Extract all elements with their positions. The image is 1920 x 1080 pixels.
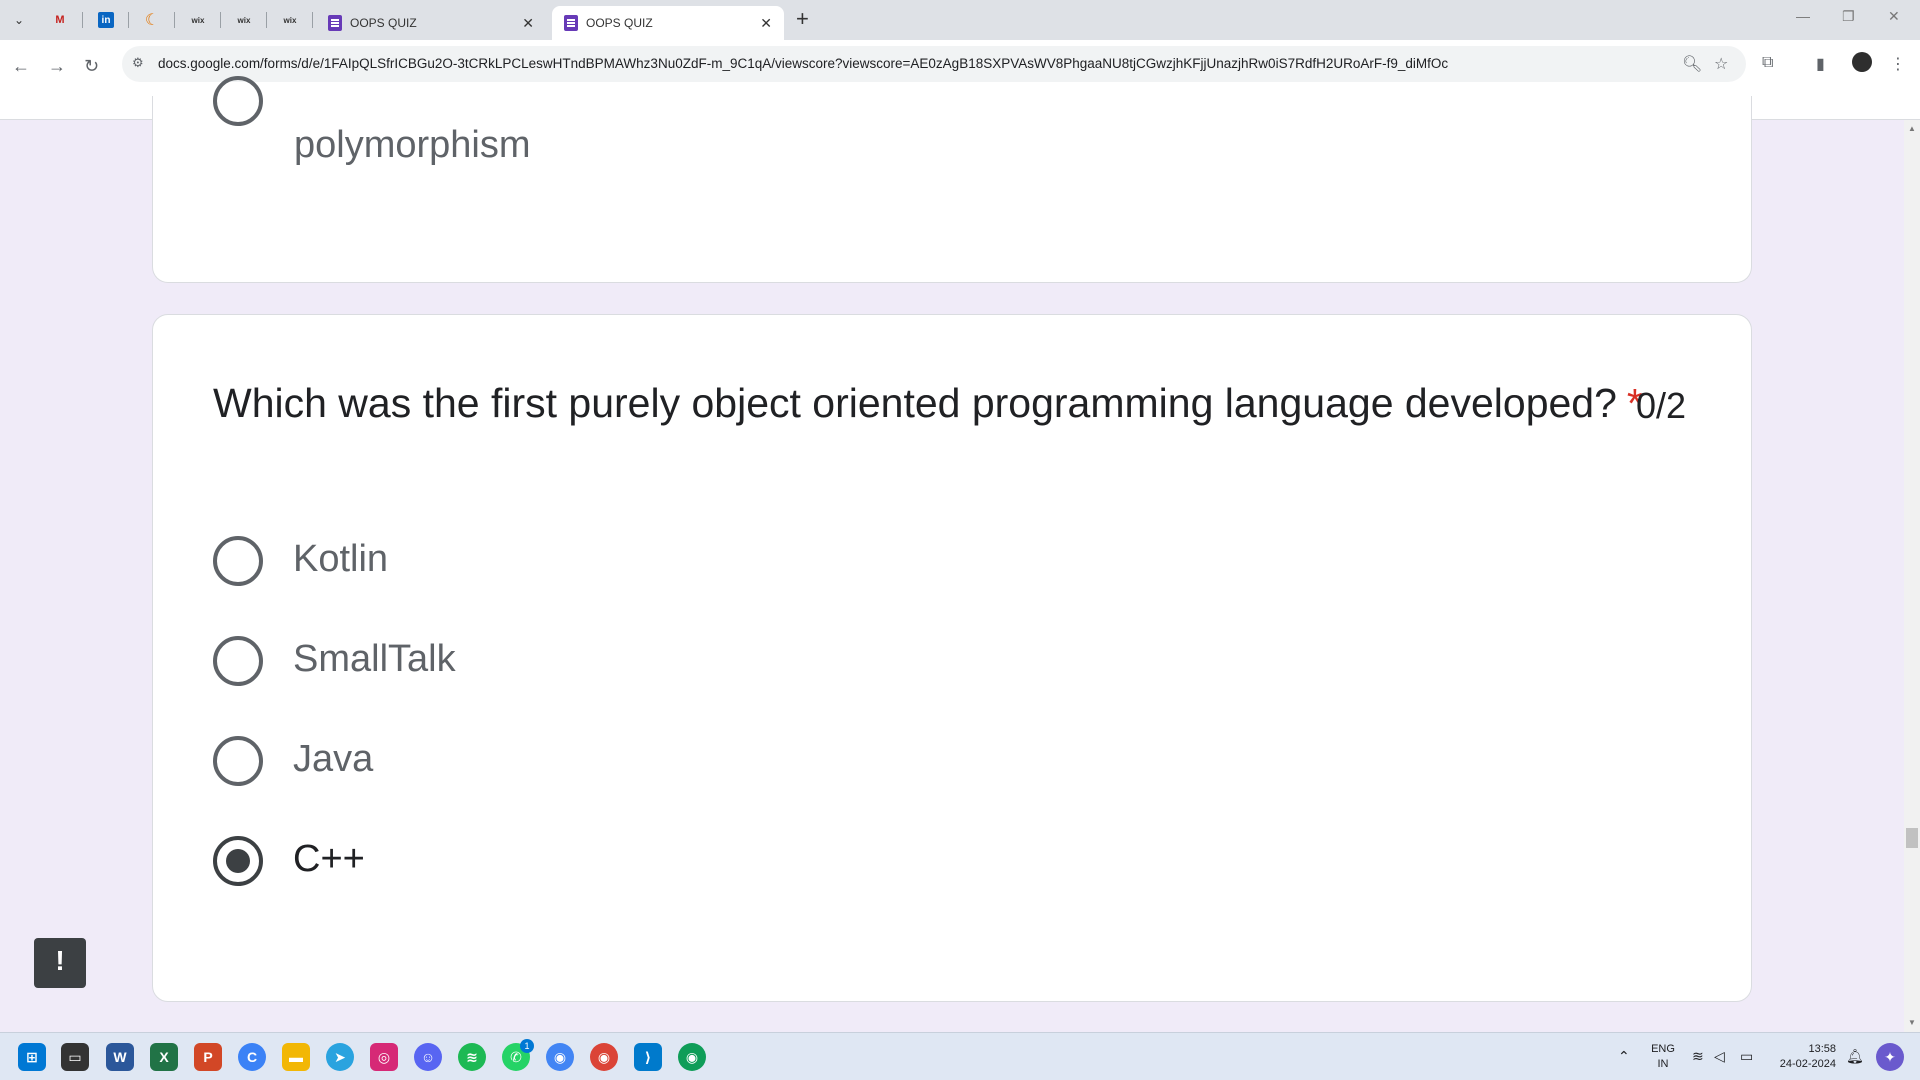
scrollbar-thumb[interactable] [1906,828,1918,848]
back-icon[interactable]: ← [12,56,30,77]
word-icon[interactable]: W [106,1043,134,1071]
previous-question-card: polymorphism [152,76,1752,283]
radio-kotlin[interactable] [213,536,263,586]
close-window-icon[interactable]: ✕ [1888,8,1900,25]
tab-strip: ⌄ M in ☾ wix wix wix OOPS QUIZ ✕ OOPS QU… [0,0,1920,40]
radio-smalltalk[interactable] [213,636,263,686]
forward-icon[interactable]: → [48,56,66,77]
option-smalltalk[interactable]: SmallTalk [293,638,456,681]
wix-tab-icon[interactable]: wix [232,8,256,32]
vscode-icon[interactable]: ⟩ [634,1043,662,1071]
close-tab-icon[interactable]: ✕ [760,15,772,32]
option-java[interactable]: Java [293,738,373,781]
scroll-down-icon[interactable]: ▼ [1908,1018,1916,1027]
tab-separator [174,12,175,28]
wix-tab-icon[interactable]: wix [278,8,302,32]
task-view-icon[interactable]: ▭ [61,1043,89,1071]
gmail-tab-icon[interactable]: M [48,8,72,32]
excel-icon[interactable]: X [150,1043,178,1071]
option-cpp[interactable]: C++ [293,838,365,881]
question-text: Which was the first purely object orient… [213,380,1617,426]
tab-separator [128,12,129,28]
volume-icon[interactable]: ◁ [1714,1048,1725,1065]
question-title: Which was the first purely object orient… [213,380,1643,427]
tab-oops-quiz-1[interactable]: OOPS QUIZ ✕ [316,6,546,40]
battery-icon[interactable]: ▭ [1740,1048,1753,1065]
edge-icon[interactable]: C [238,1043,266,1071]
whatsapp-badge: 1 [520,1039,534,1053]
option-kotlin[interactable]: Kotlin [293,538,388,581]
language-text: ENG [1651,1043,1675,1055]
url-text[interactable]: docs.google.com/forms/d/e/1FAIpQLSfrICBG… [158,56,1448,71]
reload-icon[interactable]: ↻ [84,56,99,77]
extensions-icon[interactable]: ⧉ [1762,54,1773,72]
tray-overflow-icon[interactable]: ⌃ [1618,1048,1630,1065]
time-text: 13:58 [1808,1043,1836,1055]
discord-icon[interactable]: ☺ [414,1043,442,1071]
pinned-tab-icon[interactable]: ☾ [140,8,164,32]
telegram-icon[interactable]: ➤ [326,1043,354,1071]
option-label: polymorphism [294,124,531,166]
profile-avatar[interactable] [1852,52,1872,72]
report-problem-button[interactable]: ! [34,938,86,988]
menu-icon[interactable]: ⋮ [1890,54,1906,74]
windows-taskbar: ⊞ ▭ W X P C ▬ ➤ ◎ ☺ ≋ ✆ 1 ◉ ◉ ⟩ ◉ ⌃ ENG … [0,1032,1920,1080]
tab-search-button[interactable]: ⌄ [6,7,32,33]
minimize-icon[interactable]: — [1796,8,1810,24]
chrome-icon[interactable]: ◉ [546,1043,574,1071]
wifi-icon[interactable]: ≋ [1692,1048,1704,1065]
score-badge: 0/2 [1636,385,1687,426]
tab-title: OOPS QUIZ [350,16,417,30]
page-scrollbar[interactable]: ▲ ▼ [1904,120,1920,1032]
new-tab-button[interactable]: + [796,6,809,32]
region-text: IN [1657,1058,1669,1070]
site-info-icon[interactable]: ⚙ [132,55,144,71]
windows-start-icon[interactable]: ⊞ [18,1043,46,1071]
folder-icon[interactable]: ▬ [282,1043,310,1071]
zoom-icon[interactable]: 🔍︎ [1682,54,1702,74]
chrome-profile-2-icon[interactable]: ◉ [678,1043,706,1071]
tab-separator [312,12,313,28]
linkedin-tab-icon[interactable]: in [98,12,114,28]
clock[interactable]: 13:58 24-02-2024 [1772,1042,1836,1072]
tab-oops-quiz-2[interactable]: OOPS QUIZ ✕ [552,6,784,40]
spotify-icon[interactable]: ≋ [458,1043,486,1071]
tab-separator [220,12,221,28]
bookmark-star-icon[interactable]: ☆ [1714,54,1728,74]
scroll-up-icon[interactable]: ▲ [1908,124,1916,133]
radio-java[interactable] [213,736,263,786]
google-forms-icon [328,15,342,31]
radio-button[interactable] [213,76,263,126]
tab-title: OOPS QUIZ [586,16,653,30]
tab-separator [82,12,83,28]
language-indicator[interactable]: ENG IN [1650,1042,1676,1072]
chrome-profile-icon[interactable]: ◉ [590,1043,618,1071]
restore-icon[interactable]: ❐ [1842,8,1855,25]
notification-bell-icon[interactable]: 🔔︎ [1846,1048,1864,1065]
date-text: 24-02-2024 [1779,1058,1836,1070]
radio-cpp[interactable] [213,836,263,886]
address-bar[interactable]: ⚙ docs.google.com/forms/d/e/1FAIpQLSfrIC… [122,46,1746,82]
close-tab-icon[interactable]: ✕ [522,15,534,32]
wix-tab-icon[interactable]: wix [186,8,210,32]
powerpoint-icon[interactable]: P [194,1043,222,1071]
instagram-icon[interactable]: ◎ [370,1043,398,1071]
google-forms-icon [564,15,578,31]
tab-separator [266,12,267,28]
side-panel-icon[interactable]: ▮ [1816,54,1825,74]
copilot-icon[interactable]: ✦ [1876,1043,1904,1071]
